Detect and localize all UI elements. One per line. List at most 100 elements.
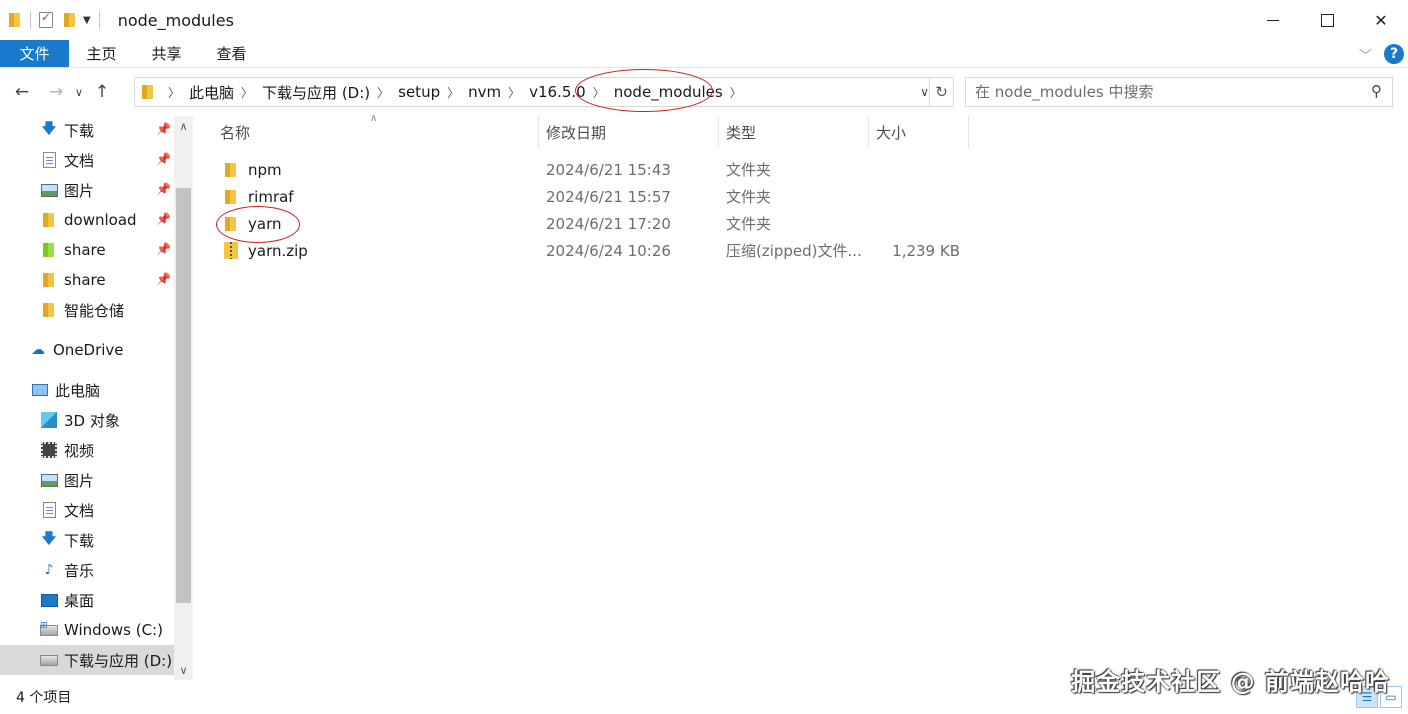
sidebar-item-3d-objects[interactable]: 3D 对象 (40, 405, 120, 435)
sidebar-item-this-pc[interactable]: 此电脑 (31, 375, 100, 405)
windows-drive-icon: ⊞ (40, 621, 58, 636)
chevron-right-icon[interactable]: 〉 (447, 84, 459, 101)
pin-icon[interactable]: 📌 (156, 242, 171, 256)
pin-icon[interactable]: 📌 (156, 182, 171, 196)
folder-icon (224, 189, 238, 205)
sidebar-item-share-1[interactable]: share (40, 235, 106, 265)
chevron-right-icon[interactable]: 〉 (730, 84, 742, 101)
search-box[interactable]: ⚲ (965, 77, 1393, 107)
scroll-down-chevron-icon[interactable]: ∨ (174, 660, 193, 680)
shared-folder-icon (42, 242, 56, 258)
file-list: ∧ 名称 修改日期 类型 大小 npm 2024/6/21 15:43 文件夹 … (194, 113, 1408, 680)
sidebar-scrollbar[interactable]: ∧ ∨ (174, 116, 193, 680)
breadcrumb-node-modules[interactable]: node_modules 〉 (614, 78, 751, 106)
recent-locations-button[interactable]: ∨ (70, 78, 88, 106)
window-title: node_modules (117, 10, 234, 30)
folder-icon (224, 162, 238, 178)
ribbon-tabs: 文件 主页 共享 查看 ﹀ ? (0, 40, 1408, 68)
expand-ribbon-chevron-icon[interactable]: ﹀ (1359, 45, 1372, 64)
zip-folder-icon (224, 242, 238, 259)
new-folder-icon[interactable] (63, 12, 77, 28)
sidebar-item-videos[interactable]: 视频 (40, 435, 94, 465)
chevron-right-icon[interactable]: 〉 (508, 84, 520, 101)
sidebar-item-download-folder[interactable]: download (40, 205, 137, 235)
file-row-yarn[interactable]: yarn (224, 210, 281, 237)
column-header-type[interactable]: 类型 (718, 116, 868, 148)
up-button[interactable]: ↑ (88, 78, 116, 106)
tab-share[interactable]: 共享 (134, 40, 199, 67)
folder-icon (8, 12, 22, 28)
tab-file[interactable]: 文件 (0, 40, 69, 67)
breadcrumb-v16[interactable]: v16.5.0 〉 (529, 78, 614, 106)
pin-icon[interactable]: 📌 (156, 152, 171, 166)
properties-icon[interactable] (39, 10, 53, 28)
file-size: 1,239 KB (892, 241, 960, 260)
refresh-button[interactable]: ↻ (929, 78, 953, 106)
download-arrow-icon: 🡇 (41, 121, 57, 137)
maximize-button[interactable] (1300, 0, 1354, 40)
folder-icon (42, 212, 56, 228)
file-row-yarn-zip[interactable]: yarn.zip (224, 237, 308, 264)
file-modified: 2024/6/21 15:43 (546, 160, 671, 179)
breadcrumb-setup[interactable]: setup 〉 (398, 78, 468, 106)
sidebar-item-pc-pictures[interactable]: 图片 (40, 465, 94, 495)
back-button[interactable]: ← (8, 78, 36, 106)
breadcrumb-nvm[interactable]: nvm 〉 (468, 78, 529, 106)
picture-icon (40, 183, 58, 197)
address-history-dropdown-icon[interactable]: ∨ (920, 78, 929, 106)
search-input[interactable] (975, 83, 1355, 101)
file-row-npm[interactable]: npm (224, 156, 282, 183)
tab-view[interactable]: 查看 (199, 40, 264, 67)
tab-home[interactable]: 主页 (69, 40, 134, 67)
file-type: 文件夹 (726, 188, 772, 206)
sidebar-item-drive-c[interactable]: ⊞ Windows (C:) (40, 615, 163, 645)
pin-icon[interactable]: 📌 (156, 122, 171, 136)
sidebar-item-pictures[interactable]: 图片 (40, 175, 94, 205)
breadcrumb-drive-d[interactable]: 下载与应用 (D:) 〉 (262, 78, 398, 106)
pin-icon[interactable]: 📌 (156, 272, 171, 286)
sidebar-item-share-2[interactable]: share (40, 265, 106, 295)
breadcrumb-this-pc[interactable]: 此电脑〉 (189, 78, 262, 106)
scrollbar-thumb[interactable] (176, 188, 191, 603)
sidebar-item-pc-downloads[interactable]: 🡇 下载 (40, 525, 94, 555)
scroll-up-chevron-icon[interactable]: ∧ (174, 116, 193, 136)
address-bar[interactable]: 〉 此电脑〉 下载与应用 (D:) 〉 setup 〉 nvm 〉 v16.5.0 〉 … (134, 77, 954, 107)
chevron-right-icon[interactable]: 〉 (593, 84, 605, 101)
sidebar-item-onedrive[interactable]: ☁ OneDrive (29, 335, 124, 365)
folder-icon (141, 84, 155, 100)
help-button[interactable]: ? (1384, 44, 1404, 64)
column-header-name[interactable]: 名称 (212, 116, 538, 148)
forward-button[interactable]: → (42, 78, 70, 106)
sidebar-item-drive-d[interactable]: 下载与应用 (D:) (0, 645, 174, 675)
customize-toolbar-dropdown-icon[interactable]: ▼ (83, 15, 91, 26)
sidebar-item-pc-documents[interactable]: 文档 (40, 495, 94, 525)
column-header-modified[interactable]: 修改日期 (538, 116, 718, 148)
file-type: 文件夹 (726, 215, 772, 233)
document-icon (42, 152, 56, 168)
navigation-bar: ← → ∨ ↑ 〉 此电脑〉 下载与应用 (D:) 〉 setup 〉 nvm 〉 v… (0, 68, 1408, 116)
minimize-button[interactable] (1246, 0, 1300, 40)
folder-icon (224, 216, 238, 232)
watermark: 掘金技术社区 @ 前端赵哈哈 (1071, 668, 1390, 696)
quick-access-toolbar: ▼ (0, 0, 108, 40)
sidebar-item-downloads[interactable]: 🡇 下载 (40, 116, 94, 145)
sidebar-item-desktop[interactable]: 桌面 (40, 585, 94, 615)
column-header-size[interactable]: 大小 (868, 116, 968, 148)
refresh-icon: ↻ (935, 83, 948, 101)
folder-icon (42, 302, 56, 318)
desktop-icon (40, 593, 58, 607)
window-controls: ✕ (1246, 0, 1408, 40)
chevron-right-icon[interactable]: 〉 (377, 84, 389, 101)
file-row-rimraf[interactable]: rimraf (224, 183, 294, 210)
music-icon: ♪ (44, 562, 54, 578)
search-icon: ⚲ (1371, 82, 1382, 100)
chevron-right-icon[interactable]: 〉 (241, 84, 253, 101)
sidebar-item-smart-storage[interactable]: 智能仓储 (40, 295, 124, 325)
sidebar-item-documents[interactable]: 文档 (40, 145, 94, 175)
sidebar-item-music[interactable]: ♪ 音乐 (40, 555, 94, 585)
pin-icon[interactable]: 📌 (156, 212, 171, 226)
close-button[interactable]: ✕ (1354, 0, 1408, 40)
cloud-icon: ☁ (31, 342, 45, 358)
chevron-right-icon[interactable]: 〉 (168, 84, 180, 101)
3d-objects-icon (41, 412, 57, 428)
